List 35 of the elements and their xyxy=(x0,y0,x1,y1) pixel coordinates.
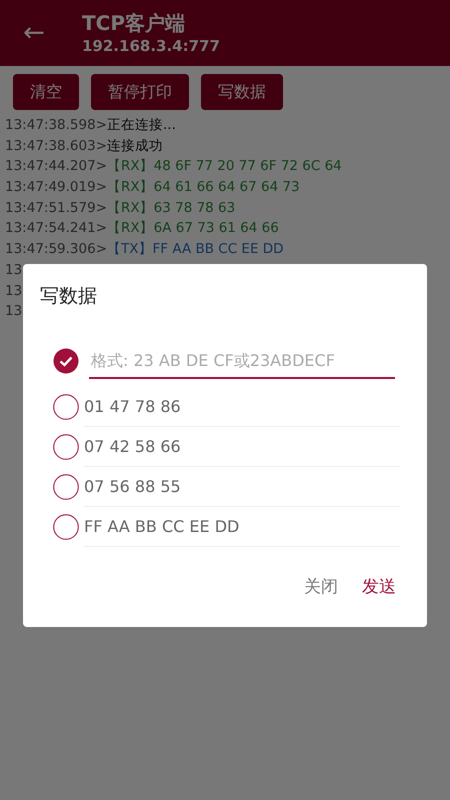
radio-icon[interactable] xyxy=(53,514,79,540)
toolbar-button[interactable]: 暂停打印 xyxy=(91,74,189,110)
toolbar-button[interactable]: 写数据 xyxy=(201,74,283,110)
log-message: 【RX】63 78 78 63 xyxy=(107,198,236,218)
preset-data[interactable]: 01 47 78 86 xyxy=(84,387,400,427)
log-time: 13:47:38.603> xyxy=(5,136,108,156)
log-message: 【TX】FF AA BB CC EE DD xyxy=(107,240,284,260)
log-time: 13:47:49.019> xyxy=(5,178,108,198)
log-time: 13 xyxy=(5,282,22,300)
back-button[interactable]: ← xyxy=(20,16,48,50)
log-time: 13:47:38.598> xyxy=(5,116,108,135)
log-message: 【RX】48 6F 77 20 77 6F 72 6C 64 xyxy=(107,157,342,176)
log-time: 13:47:59.306> xyxy=(5,240,108,260)
log-time: 13:47:44.207> xyxy=(5,157,108,176)
preset-data[interactable]: 07 42 58 66 xyxy=(84,427,400,467)
app-title: TCP客户端 xyxy=(82,10,186,36)
checked-radio-icon[interactable] xyxy=(53,348,79,374)
close-button[interactable]: 关闭 xyxy=(295,569,347,604)
log-message: 【RX】6A 67 73 61 64 66 xyxy=(107,219,279,238)
log-time: 13 xyxy=(5,302,22,322)
radio-icon[interactable] xyxy=(53,434,79,460)
log-time: 13 xyxy=(5,260,22,280)
dialog-title: 写数据 xyxy=(40,284,97,309)
server-address: 192.168.3.4:777 xyxy=(82,36,220,56)
toolbar-button[interactable]: 清空 xyxy=(13,74,79,110)
preset-data[interactable]: FF AA BB CC EE DD xyxy=(84,507,400,547)
log-time: 13:47:51.579> xyxy=(5,198,108,218)
send-button[interactable]: 发送 xyxy=(353,569,405,604)
log-message: 连接成功 xyxy=(107,136,164,156)
radio-icon[interactable] xyxy=(53,474,79,500)
log-message: 【RX】64 61 66 64 67 64 73 xyxy=(107,178,300,198)
preset-data[interactable]: 07 56 88 55 xyxy=(84,467,400,507)
radio-icon[interactable] xyxy=(53,394,79,420)
log-time: 13:47:54.241> xyxy=(5,219,108,238)
log-message: 正在连接... xyxy=(107,116,176,135)
